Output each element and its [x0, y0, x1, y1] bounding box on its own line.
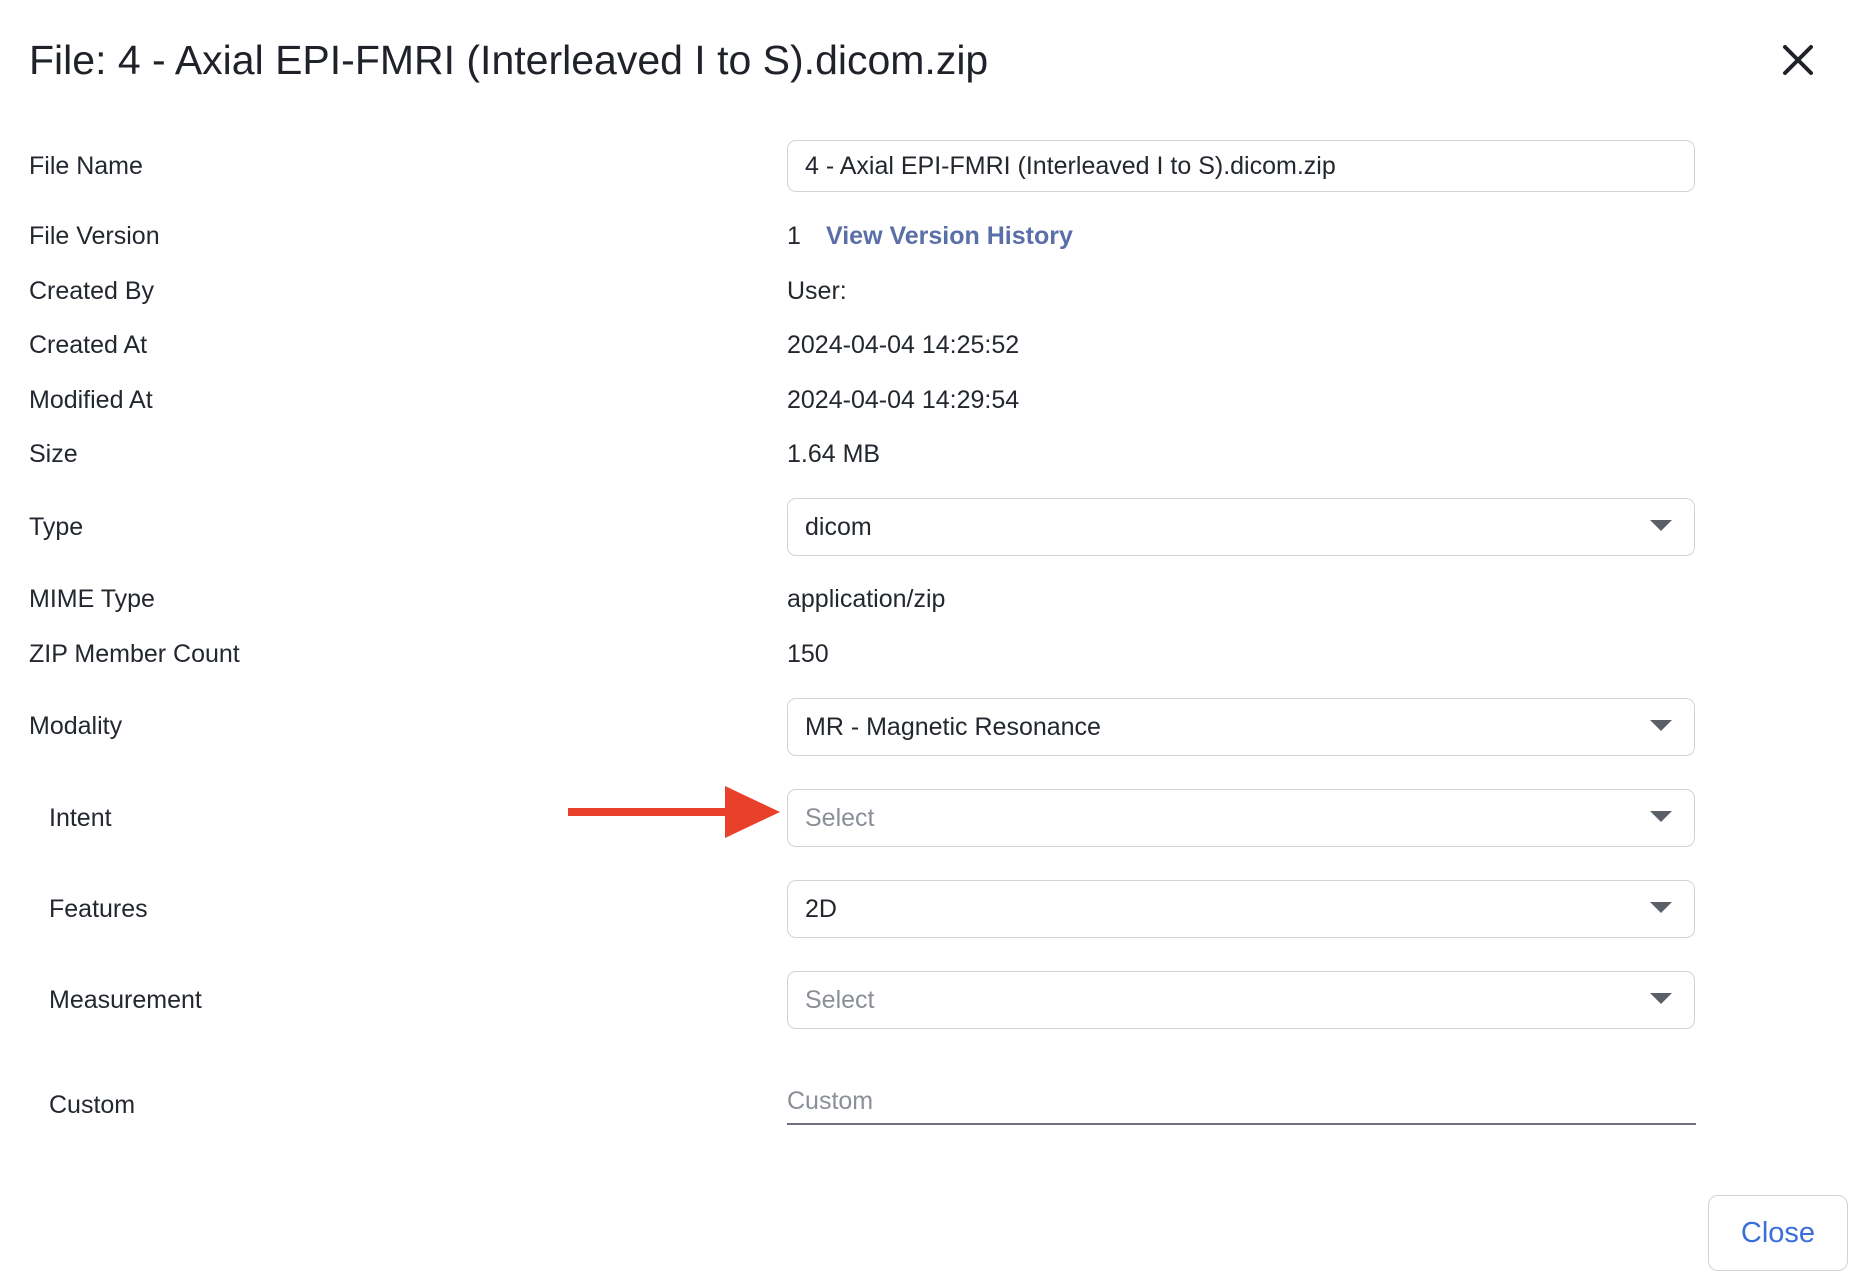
- measurement-label: Measurement: [49, 986, 202, 1014]
- custom-placeholder: Custom: [787, 1087, 874, 1115]
- file-version-label: File Version: [29, 222, 160, 250]
- created-by-label: Created By: [29, 277, 155, 305]
- size-label: Size: [29, 440, 78, 468]
- mime-type-value: application/zip: [787, 585, 946, 613]
- created-by-value: User:: [787, 277, 847, 305]
- measurement-select[interactable]: Select: [787, 971, 1695, 1029]
- close-button[interactable]: Close: [1708, 1195, 1848, 1271]
- features-label: Features: [49, 895, 148, 923]
- intent-select[interactable]: Select: [787, 789, 1695, 847]
- created-at-label: Created At: [29, 331, 148, 359]
- file-details-dialog: File: 4 - Axial EPI-FMRI (Interleaved I …: [0, 0, 1862, 1278]
- file-name-label: File Name: [29, 152, 143, 180]
- chevron-down-icon: [1650, 720, 1672, 731]
- modality-selected-value: MR - Magnetic Resonance: [805, 712, 1101, 741]
- custom-label: Custom: [49, 1091, 136, 1119]
- type-selected-value: dicom: [805, 512, 872, 541]
- zip-member-count-value: 150: [787, 640, 829, 668]
- size-value: 1.64 MB: [787, 440, 881, 468]
- chevron-down-icon: [1650, 811, 1672, 822]
- chevron-down-icon: [1650, 993, 1672, 1004]
- modified-at-value: 2024-04-04 14:29:54: [787, 386, 1020, 414]
- features-selected-value: 2D: [805, 894, 837, 923]
- arrow-right-icon: [568, 786, 780, 838]
- close-icon[interactable]: [1776, 38, 1820, 82]
- dialog-title: File: 4 - Axial EPI-FMRI (Interleaved I …: [29, 37, 989, 83]
- chevron-down-icon: [1650, 902, 1672, 913]
- chevron-down-icon: [1650, 520, 1672, 531]
- custom-input[interactable]: Custom: [787, 1083, 1696, 1125]
- file-version-value: 1: [787, 222, 801, 250]
- file-name-input[interactable]: 4 - Axial EPI-FMRI (Interleaved I to S).…: [787, 140, 1695, 192]
- file-name-value: 4 - Axial EPI-FMRI (Interleaved I to S).…: [805, 151, 1336, 180]
- zip-member-count-label: ZIP Member Count: [29, 640, 240, 668]
- modality-label: Modality: [29, 712, 123, 740]
- features-select[interactable]: 2D: [787, 880, 1695, 938]
- created-at-value: 2024-04-04 14:25:52: [787, 331, 1020, 359]
- modality-select[interactable]: MR - Magnetic Resonance: [787, 698, 1695, 756]
- view-version-history-link[interactable]: View Version History: [826, 219, 1073, 253]
- modified-at-label: Modified At: [29, 386, 153, 414]
- measurement-placeholder: Select: [805, 985, 875, 1014]
- type-select[interactable]: dicom: [787, 498, 1695, 556]
- mime-type-label: MIME Type: [29, 585, 155, 613]
- type-label: Type: [29, 513, 84, 541]
- intent-label: Intent: [49, 804, 112, 832]
- intent-placeholder: Select: [805, 803, 875, 832]
